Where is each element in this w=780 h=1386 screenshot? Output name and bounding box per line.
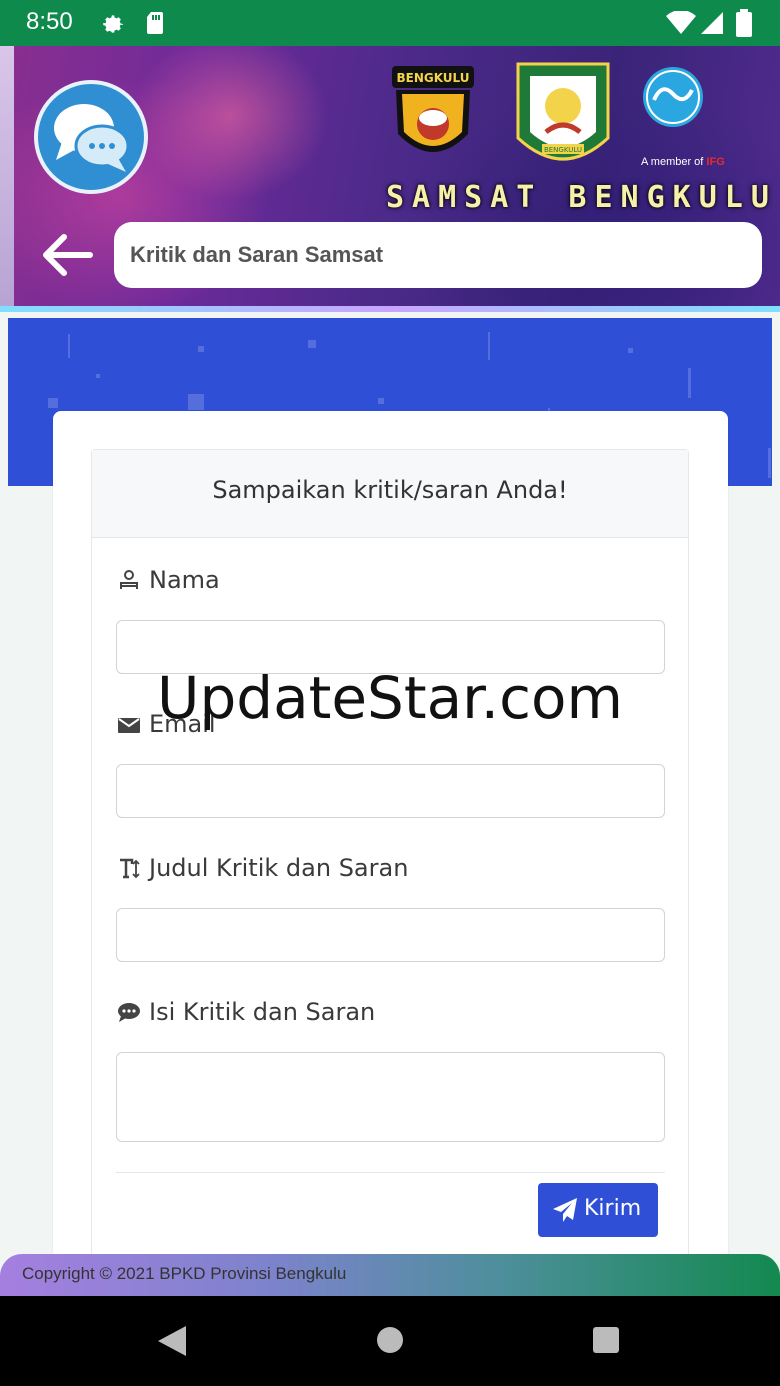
banner-edge [0, 46, 14, 312]
brand-title: SAMSAT BENGKULU [386, 180, 777, 215]
police-badge-logo: BENGKULU [392, 66, 474, 152]
page-title-bar: Kritik dan Saran Samsat [114, 222, 762, 288]
form-divider [116, 1172, 665, 1173]
nav-home-icon[interactable] [376, 1326, 404, 1354]
copyright-text: Copyright © 2021 BPKD Provinsi Bengkulu [22, 1264, 347, 1283]
isi-label: Isi Kritik dan Saran [117, 998, 375, 1026]
nama-label: Nama [117, 566, 220, 594]
nama-input[interactable] [116, 620, 665, 674]
partner-caption: A member of IFG [641, 156, 725, 168]
header-banner: BENGKULU BENGKULU A member of IFG SAMSAT… [0, 46, 780, 312]
status-bar: 8:50 [0, 0, 780, 46]
email-label: Email [117, 710, 216, 738]
paper-plane-icon [553, 1198, 577, 1222]
nav-recents-icon[interactable] [592, 1326, 620, 1354]
clock: 8:50 [26, 8, 73, 35]
system-nav-bar [0, 1296, 780, 1386]
main-content: Sampaikan kritik/saran Anda! Nama Email [8, 318, 772, 1349]
app-logo [34, 80, 148, 194]
judul-label: Judul Kritik dan Saran [117, 854, 408, 882]
page-title: Kritik dan Saran Samsat [130, 242, 384, 267]
back-arrow-icon[interactable] [38, 230, 96, 280]
feedback-card: Sampaikan kritik/saran Anda! Nama Email [53, 411, 728, 1349]
footer: Copyright © 2021 BPKD Provinsi Bengkulu [0, 1254, 780, 1296]
email-input[interactable] [116, 764, 665, 818]
province-crest-logo: BENGKULU [516, 62, 610, 161]
signal-icon [701, 12, 723, 34]
banner-bottom-glow [0, 306, 780, 312]
isi-textarea[interactable] [116, 1052, 665, 1142]
comment-dots-icon [118, 1003, 140, 1022]
chat-bubbles-icon [54, 104, 130, 172]
form-header: Sampaikan kritik/saran Anda! [92, 450, 688, 538]
kirim-button[interactable]: Kirim [538, 1183, 658, 1237]
wifi-icon [666, 11, 696, 34]
battery-icon [736, 9, 752, 37]
form-heading: Sampaikan kritik/saran Anda! [212, 476, 568, 504]
sd-card-icon [147, 12, 163, 34]
settings-icon [103, 15, 123, 33]
judul-input[interactable] [116, 908, 665, 962]
person-icon [120, 570, 138, 589]
kirim-button-label: Kirim [584, 1196, 642, 1221]
svg-text:BENGKULU: BENGKULU [396, 71, 469, 85]
svg-text:BENGKULU: BENGKULU [544, 146, 582, 154]
nav-back-icon[interactable] [156, 1324, 188, 1358]
partner-logo [643, 67, 703, 127]
text-height-icon [120, 858, 140, 879]
feedback-form: Sampaikan kritik/saran Anda! Nama Email [91, 449, 689, 1349]
envelope-icon [118, 718, 140, 733]
